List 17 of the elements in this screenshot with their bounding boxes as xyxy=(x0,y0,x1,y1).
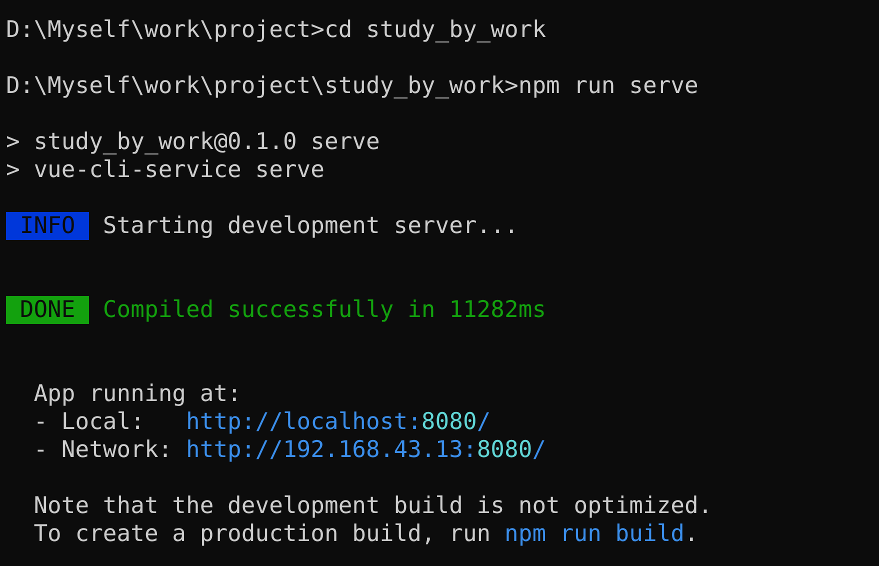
terminal-text: - Local: xyxy=(32,408,146,436)
terminal-text: D:\Myself\work\project\study_by_work>npm run serve xyxy=(6,72,698,100)
terminal-text: To create a production build, run xyxy=(32,520,492,548)
terminal-text: Note that the development build is not optimized. xyxy=(32,492,712,520)
url-link[interactable]: http://localhost:8080/ xyxy=(186,408,491,436)
terminal-text: . xyxy=(684,520,698,548)
success-message: Compiled successfully in 11282ms xyxy=(102,296,546,324)
terminal-text: D:\Myself\work\project>cd study_by_work xyxy=(6,16,546,44)
terminal-text: App running at: xyxy=(32,380,242,408)
terminal-text: - Network: xyxy=(32,436,174,464)
status-badge: DONE xyxy=(6,296,90,324)
command-text: npm run build xyxy=(504,520,685,548)
url-link[interactable]: http://192.168.43.13:8080/ xyxy=(186,436,546,464)
terminal-text: > vue-cli-service serve xyxy=(6,156,324,184)
terminal-text: Starting development server... xyxy=(102,212,518,240)
terminal-text: > study_by_work@0.1.0 serve xyxy=(6,128,380,156)
status-badge: INFO xyxy=(6,212,90,240)
